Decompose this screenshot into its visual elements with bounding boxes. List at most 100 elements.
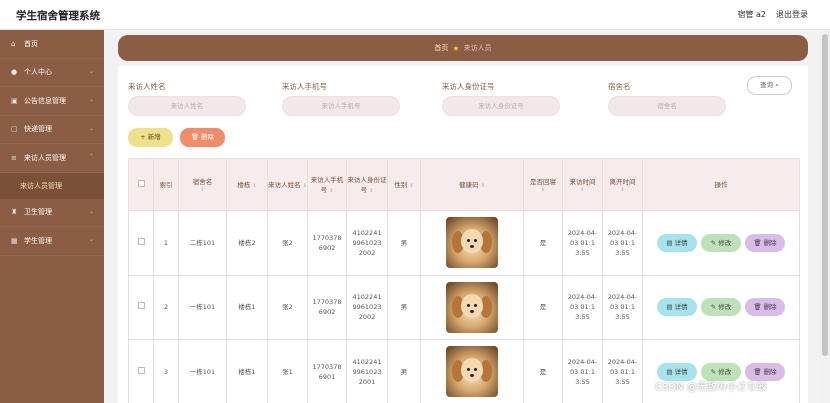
sort-icon[interactable]: ⇕ — [329, 188, 333, 194]
filter-visitor-name: 来访人姓名 来访人姓名 — [128, 81, 246, 116]
row-delete-button[interactable]: 🗑 删除 — [745, 233, 785, 252]
sort-icon[interactable]: ⇕ — [524, 187, 562, 193]
search-button[interactable]: 查询 ⌕ — [747, 76, 792, 95]
sidebar-item-students[interactable]: ▦ 学生管理 ⌄ — [0, 227, 104, 256]
visitor-idcard-input[interactable]: 来访人身份证号 — [442, 96, 560, 116]
search-button-label: 查询 — [760, 81, 774, 89]
sidebar-item-package[interactable]: ▢ 快递管理 ⌄ — [0, 116, 104, 144]
scrollbar-thumb[interactable] — [822, 34, 828, 356]
dorm-name-input[interactable]: 宿舍名 — [608, 96, 726, 116]
chevron-down-icon: ⌄ — [88, 96, 94, 103]
row-checkbox[interactable] — [137, 237, 145, 245]
cell-leave-time: 2024-04-03 01:13:55 — [602, 210, 643, 276]
trash-icon: 🗑 — [753, 303, 762, 312]
edit-button-label: 修改 — [718, 367, 732, 376]
column-header[interactable]: 来访人姓名 ⇕ — [267, 158, 308, 211]
breadcrumb-home[interactable]: 首页 — [434, 43, 448, 53]
sidebar-item-profile[interactable]: ● 个人中心 ⌄ — [0, 59, 104, 87]
sidebar-item-visitors[interactable]: ≡ 来访人员管理 ⌃ — [0, 144, 104, 173]
cell-gender: 男 — [387, 339, 421, 403]
filter-label: 来访人手机号 — [282, 82, 327, 91]
select-all-checkbox[interactable] — [137, 179, 145, 187]
row-checkbox[interactable] — [137, 302, 145, 310]
cell-phone: 17703786902 — [307, 210, 347, 276]
row-checkbox-cell[interactable] — [128, 339, 154, 403]
cell-phone: 17703786901 — [307, 339, 347, 403]
main-content: 首页 ★ 来访人员 来访人姓名 来访人姓名 来访人手机号 来访人手机号 来访人身… — [104, 30, 820, 403]
sidebar-item-hygiene[interactable]: ♜ 卫生管理 ⌄ — [0, 199, 104, 227]
visitor-name-input[interactable]: 来访人姓名 — [128, 96, 246, 116]
edit-button-label: 修改 — [718, 303, 732, 312]
column-header[interactable]: 离开时间 ⇕ — [602, 158, 643, 211]
sidebar-item-home[interactable]: ⌂ 首页 — [0, 30, 104, 59]
column-header: 索引 — [153, 158, 179, 211]
cell-index: 2 — [153, 274, 179, 340]
sort-icon[interactable]: ⇕ — [369, 188, 373, 194]
cell-name: 张2 — [267, 210, 308, 276]
user-icon: ● — [11, 68, 18, 77]
detail-button[interactable]: ▤ 详情 — [657, 298, 697, 317]
column-header[interactable]: 来访时间 ⇕ — [562, 158, 603, 211]
row-delete-button-label: 删除 — [763, 238, 777, 247]
app-title: 学生宿舍管理系统 — [16, 10, 100, 22]
pencil-icon: ✎ — [710, 303, 717, 312]
row-delete-button[interactable]: 🗑 删除 — [745, 298, 785, 317]
select-all-checkbox-cell[interactable] — [128, 158, 154, 211]
cell-leave-time: 2024-04-03 01:13:55 — [602, 274, 643, 340]
column-header-label: 来访人身份证号 — [347, 175, 387, 194]
column-header[interactable]: 健康码 ⇕ — [420, 158, 524, 211]
sidebar-subitem-visitor-management[interactable]: 来访人员管理 — [0, 172, 104, 199]
sidebar-item-label: 来访人员管理 — [24, 153, 66, 162]
filter-label: 来访人身份证号 — [442, 82, 495, 91]
cell-dorm: 一栋101 — [178, 339, 227, 403]
filter-visitor-phone: 来访人手机号 来访人手机号 — [282, 81, 400, 116]
sort-icon[interactable]: ⇕ — [603, 187, 642, 193]
sidebar-item-label: 快递管理 — [24, 125, 52, 134]
column-header[interactable]: 来访人手机号 ⇕ — [307, 158, 347, 211]
sidebar-item-label: 学生管理 — [24, 236, 52, 245]
add-button[interactable]: + 新增 — [128, 128, 173, 147]
column-header[interactable]: 性别 ⇕ — [387, 158, 421, 211]
plus-icon: + — [140, 133, 146, 141]
visitor-phone-input[interactable]: 来访人手机号 — [282, 96, 400, 116]
doc-icon: ▤ — [666, 238, 673, 247]
detail-button[interactable]: ▤ 详情 — [657, 233, 697, 252]
doc-icon: ▤ — [666, 367, 673, 376]
edit-button[interactable]: ✎ 修改 — [701, 298, 741, 317]
sort-icon[interactable]: ⇕ — [252, 183, 256, 189]
edit-button[interactable]: ✎ 修改 — [701, 233, 741, 252]
logout-link[interactable]: 退出登录 — [776, 9, 808, 20]
row-checkbox-cell[interactable] — [128, 274, 154, 340]
add-button-label: 新增 — [147, 133, 161, 141]
chevron-down-icon: ⌄ — [88, 67, 94, 75]
vertical-scrollbar[interactable] — [820, 30, 830, 403]
sidebar-item-label: 公告信息管理 — [24, 96, 66, 105]
cell-building: 楼栋1 — [226, 274, 268, 340]
sort-icon[interactable]: ⇕ — [563, 187, 602, 193]
trash-icon: 🗑 — [190, 133, 200, 141]
sidebar-item-notice[interactable]: ▣ 公告信息管理 ⌄ — [0, 87, 104, 116]
column-header[interactable]: 是否回寝 ⇕ — [523, 158, 563, 211]
cell-phone: 17703786902 — [307, 274, 347, 340]
column-header[interactable]: 宿舍名 ⇕ — [178, 158, 227, 211]
sort-icon[interactable]: ⇕ — [179, 187, 226, 193]
column-header-label: 来访人手机号 — [310, 175, 344, 194]
broom-icon: ♜ — [11, 208, 18, 217]
column-header[interactable]: 来访人身份证号 ⇕ — [346, 158, 388, 211]
sort-icon[interactable]: ⇕ — [303, 183, 307, 189]
column-header[interactable]: 楼栋 ⇕ — [226, 158, 268, 211]
cell-gender: 男 — [387, 274, 421, 340]
row-checkbox-cell[interactable] — [128, 210, 154, 276]
row-checkbox[interactable] — [137, 366, 145, 374]
sort-icon[interactable]: ⇕ — [409, 183, 413, 189]
chevron-down-icon: ⌄ — [88, 207, 94, 215]
column-header-label: 楼栋 — [237, 180, 251, 189]
column-header: 操作 — [642, 158, 800, 211]
column-header-label: 性别 — [394, 180, 408, 189]
batch-delete-button[interactable]: 🗑 删除 — [180, 128, 225, 147]
filter-label: 宿舍名 — [608, 82, 631, 91]
table-row: 1 二栋101 楼栋2 张2 17703786902 4102241996102… — [128, 210, 800, 276]
sort-icon[interactable]: ⇕ — [481, 183, 485, 189]
cell-building: 楼栋1 — [226, 339, 268, 403]
cell-name: 张2 — [267, 274, 308, 340]
